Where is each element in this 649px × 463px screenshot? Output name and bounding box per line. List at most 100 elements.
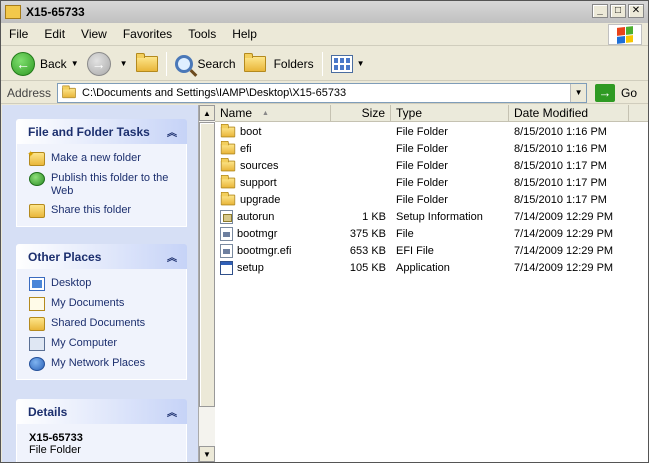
place-my-documents[interactable]: My Documents [29,297,178,311]
details-body: X15-65733 File Folder [16,424,187,462]
file-type-cell: EFI File [396,244,434,257]
menu-favorites[interactable]: Favorites [115,27,180,41]
go-button[interactable]: → Go [595,83,638,102]
search-button[interactable]: Search [171,50,240,78]
file-size-cell: 653 KB [349,244,386,257]
publish-folder-link[interactable]: Publish this folder to the Web [29,172,178,198]
collapse-icon[interactable]: ︽ [167,124,177,139]
table-row[interactable]: sources File Folder 8/15/2010 1:17 PM [215,157,648,174]
minimize-button[interactable]: _ [592,4,608,18]
folder-icon [220,157,236,171]
file-name-cell[interactable]: bootmgr.efi [215,243,331,258]
chevron-down-icon[interactable]: ▼ [120,59,128,68]
menu-view[interactable]: View [73,27,115,41]
file-type-cell: File Folder [396,193,448,206]
place-my-computer[interactable]: My Computer [29,337,178,351]
table-row[interactable]: bootmgr 375 KB File 7/14/2009 12:29 PM [215,225,648,242]
file-name-cell[interactable]: upgrade [215,191,331,206]
column-size[interactable]: Size [331,105,391,121]
collapse-icon[interactable]: ︽ [167,404,177,419]
views-button[interactable]: ▼ [327,50,369,78]
places-header[interactable]: Other Places ︽ [16,244,187,269]
column-type[interactable]: Type [391,105,509,121]
file-type-cell: Application [396,261,450,274]
column-headers: Name ▲ Size Type Date Modified [215,105,648,122]
file-name-cell[interactable]: boot [215,123,331,138]
file-name: bootmgr [237,227,278,240]
table-row[interactable]: setup 105 KB Application 7/14/2009 12:29 PM [215,259,648,276]
address-input[interactable]: C:\Documents and Settings\IAMP\Desktop\X… [57,82,588,103]
file-name-cell[interactable]: sources [215,157,331,172]
place-label: My Network Places [51,357,146,369]
maximize-button[interactable]: □ [610,4,626,18]
table-row[interactable]: autorun 1 KB Setup Information 7/14/2009 12… [215,208,648,225]
table-row[interactable]: support File Folder 8/15/2010 1:17 PM [215,174,648,191]
file-type-cell: File Folder [396,142,448,155]
shared-folder-icon [29,317,45,331]
task-pane-scrollbar[interactable]: ▲ ▼ [198,105,215,462]
details-header[interactable]: Details ︽ [16,399,187,424]
chevron-down-icon[interactable]: ▼ [71,59,79,68]
file-name-cell[interactable]: bootmgr [215,226,331,241]
share-folder-link[interactable]: Share this folder [29,204,178,218]
file-date-cell: 8/15/2010 1:16 PM [514,142,607,155]
search-icon [174,54,193,73]
table-row[interactable]: bootmgr.efi 653 KB EFI File 7/14/2009 12:29… [215,242,648,259]
system-file-icon [220,226,233,241]
views-icon [330,54,353,73]
task-label: Publish this folder to the Web [51,172,169,197]
go-label: Go [621,85,638,100]
file-name-cell[interactable]: autorun [215,209,331,224]
tasks-title: File and Folder Tasks [28,124,150,139]
place-my-network[interactable]: My Network Places [29,357,178,371]
column-name[interactable]: Name ▲ [215,105,331,121]
setup-info-file-icon [220,209,233,224]
place-shared-documents[interactable]: Shared Documents [29,317,178,331]
collapse-icon[interactable]: ︽ [167,249,177,264]
title-bar[interactable]: X15-65733 _ □ ✕ [1,1,648,23]
tasks-header[interactable]: File and Folder Tasks ︽ [16,119,187,144]
file-type-cell: File [396,227,414,240]
back-button[interactable]: ← Back ▼ [7,50,83,78]
up-button[interactable] [132,50,162,78]
file-size-cell: 1 KB [362,210,386,223]
menu-file[interactable]: File [1,27,36,41]
folders-label: Folders [273,56,314,71]
task-label: Share this folder [51,204,132,216]
file-name-cell[interactable]: setup [215,260,331,275]
file-date-cell: 8/15/2010 1:17 PM [514,159,607,172]
scroll-down-button[interactable]: ▼ [199,446,215,462]
scroll-thumb[interactable] [199,122,215,407]
file-name-cell[interactable]: support [215,174,331,189]
table-row[interactable]: boot File Folder 8/15/2010 1:16 PM [215,123,648,140]
place-desktop[interactable]: Desktop [29,277,178,291]
task-pane: File and Folder Tasks ︽ Make a new folde… [2,105,198,462]
table-row[interactable]: efi File Folder 8/15/2010 1:16 PM [215,140,648,157]
chevron-down-icon[interactable]: ▼ [357,59,365,68]
file-list: Name ▲ Size Type Date Modified boot File F… [215,105,648,462]
folder-icon [5,5,21,19]
file-type-cell: File Folder [396,176,448,189]
table-row[interactable]: upgrade File Folder 8/15/2010 1:17 PM [215,191,648,208]
menu-edit[interactable]: Edit [36,27,73,41]
menu-tools[interactable]: Tools [180,27,224,41]
file-name: setup [237,261,264,274]
file-size-cell: 375 KB [349,227,386,240]
documents-icon [29,297,45,311]
new-folder-icon [27,148,45,166]
column-date[interactable]: Date Modified [509,105,629,121]
forward-button[interactable]: → ▼ [83,50,132,78]
close-button[interactable]: ✕ [628,4,644,18]
make-new-folder-link[interactable]: Make a new folder [27,148,178,166]
file-rows: boot File Folder 8/15/2010 1:16 PM efi File … [215,122,648,276]
other-places-panel: Other Places ︽ Desktop My Documents Shar… [16,244,187,380]
file-name: support [240,176,277,189]
address-label: Address [7,85,52,100]
address-dropdown-button[interactable]: ▼ [570,83,587,102]
scroll-up-button[interactable]: ▲ [199,105,215,121]
menu-help[interactable]: Help [224,27,265,41]
folders-button[interactable]: Folders [240,50,318,78]
toolbar: ← Back ▼ → ▼ Search Folders ▼ [1,47,648,81]
share-folder-icon [29,204,45,218]
file-name-cell[interactable]: efi [215,140,331,155]
